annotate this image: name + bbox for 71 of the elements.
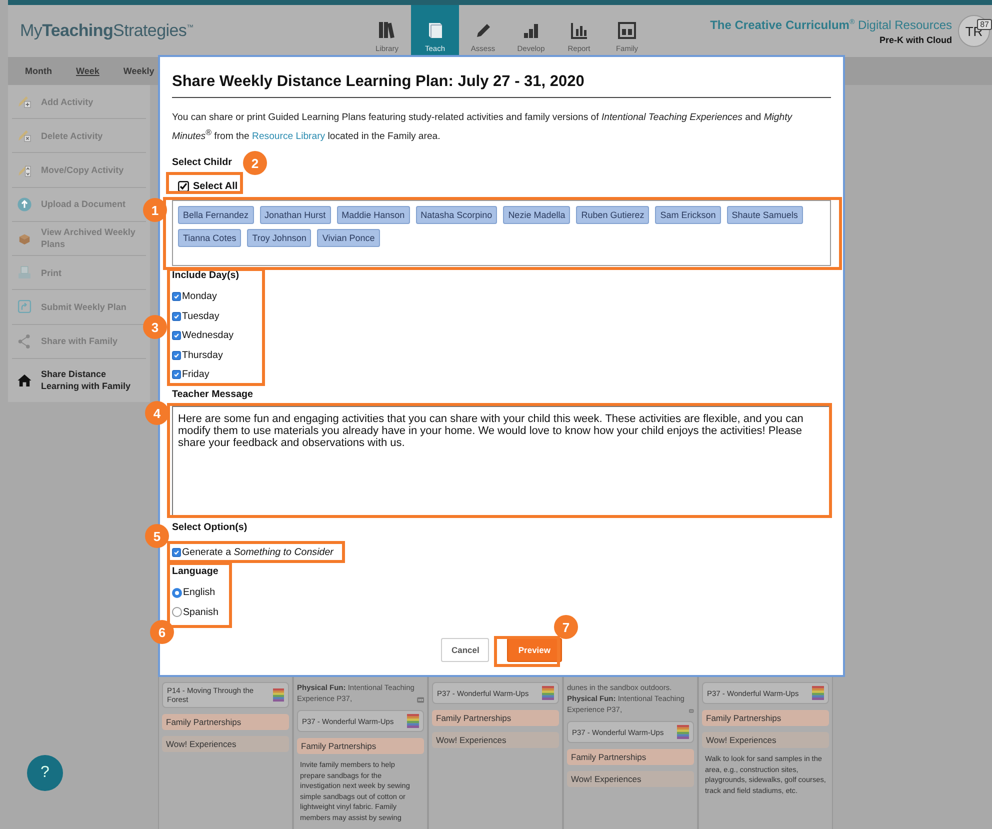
radio-button[interactable]: [172, 588, 182, 598]
category-heading: Wow! Experiences: [432, 732, 559, 748]
child-chip[interactable]: Shaute Samuels: [726, 206, 803, 224]
category-heading: Family Partnerships: [567, 749, 694, 765]
category-heading: Wow! Experiences: [162, 736, 289, 752]
checkbox-label: Thursday: [182, 350, 223, 361]
printer-icon: [16, 264, 33, 282]
child-chip[interactable]: Jonathan Hurst: [260, 206, 331, 224]
subnav-tab[interactable]: Month: [25, 66, 52, 76]
product-title: The Creative Curriculum$^{®}$ Digital Resources: [710, 18, 952, 32]
resource-library-link[interactable]: Resource Library: [252, 131, 326, 142]
child-chip[interactable]: Ruben Gutierez: [576, 206, 650, 224]
checkbox-label: Friday: [182, 369, 210, 380]
child-chip[interactable]: Nezie Madella: [503, 206, 570, 224]
section-label: Select Childr: [172, 157, 232, 170]
notification-badge: 87: [977, 19, 992, 30]
category-heading: Family Partnerships: [432, 710, 559, 726]
cancel-button[interactable]: Cancel: [441, 638, 490, 662]
rainbow-stripes-icon: [407, 714, 419, 728]
radio-button[interactable]: [172, 607, 182, 618]
radio-label: English: [183, 587, 216, 598]
checkbox[interactable]: [172, 331, 181, 340]
child-chip[interactable]: Tianna Cotes: [178, 229, 242, 248]
edition-label: Pre-K with Cloud: [880, 34, 952, 44]
category-heading: Family Partnerships: [702, 710, 829, 726]
message-field[interactable]: Here are some fun and engaging activities that you can share with your child this week. These activities are flexible, and you can modify them to use materials you already have in your home. We would love to know how your child enjoys the activities! Please share your feedback and observations with us.: [172, 406, 831, 518]
child-chip[interactable]: Natasha Scorpino: [416, 206, 498, 224]
child-chip[interactable]: Troy Johnson: [247, 229, 312, 248]
category-heading: Family Partnerships: [297, 738, 424, 754]
help-button[interactable]: ?: [27, 755, 63, 791]
category-heading: Family Partnerships: [162, 714, 289, 730]
checkbox[interactable]: [172, 312, 181, 321]
checkbox-label: Monday: [182, 291, 217, 302]
subnav-tab[interactable]: Week: [76, 66, 100, 76]
section-label: Select Option(s): [172, 522, 248, 535]
subnav-tab[interactable]: Weekly: [123, 66, 154, 76]
section-label: Include Day(s): [172, 270, 239, 284]
rainbow-stripes-icon: [542, 686, 554, 700]
child-chip[interactable]: Sam Erickson: [655, 206, 721, 224]
checkbox[interactable]: [172, 292, 181, 302]
callout-frame: [494, 636, 560, 667]
category-heading: Wow! Experiences: [702, 732, 829, 748]
children-field[interactable]: Bella Fernandez Jonathan Hurst Maddie Hanson Natasha Scorpino Nezie Madella Ruben Gutierez Sam Erickson Shaute Samuels Tianna Cotes Troy Johnson Vivian Ponce: [172, 200, 831, 266]
checkbox[interactable]: [172, 350, 181, 360]
child-chip[interactable]: Vivian Ponce: [317, 229, 380, 248]
section-label: Teacher Message: [172, 388, 253, 402]
child-chip[interactable]: Bella Fernandez: [178, 206, 254, 224]
intro-text: You can share or print Guided Learning Plans featuring study-related activities and family versions of Intentional Teaching Experiences and Mighty Minutes$^{®}$ from the Resource Library located in the Family area.: [172, 111, 794, 144]
logo[interactable]: MyTeachingStrategies$^{™}$: [20, 21, 194, 41]
checkbox[interactable]: [172, 548, 181, 557]
category-heading: Wow! Experiences: [567, 771, 694, 787]
child-chip[interactable]: Maddie Hanson: [336, 206, 410, 224]
upload-icon: [16, 196, 33, 213]
checkbox[interactable]: [172, 370, 181, 380]
checkbox-label: Select All: [193, 180, 238, 192]
callout-badge: 6: [150, 620, 174, 644]
callout-badge: 5: [145, 524, 169, 548]
checkbox-label: Wednesday: [182, 330, 234, 342]
rainbow-stripes-icon: [812, 686, 824, 700]
checkbox-label: Generate a Something to Consider: [182, 546, 334, 558]
dialog-title: Share Weekly Distance Learning Plan: July 27 - 31, 2020: [172, 73, 831, 98]
more-icon[interactable]: [416, 696, 424, 704]
framed-picture-icon: [616, 19, 638, 41]
checkbox[interactable]: [178, 180, 189, 192]
sidebar-item[interactable]: Share Distance Learning with Family: [12, 358, 146, 402]
rainbow-stripes-icon: [677, 725, 689, 739]
radio-label: Spanish: [183, 606, 218, 618]
section-label: Language: [172, 566, 218, 580]
rainbow-stripes-icon: [272, 688, 284, 702]
checkbox-label: Tuesday: [182, 310, 220, 322]
callout-badge: 4: [145, 401, 169, 425]
